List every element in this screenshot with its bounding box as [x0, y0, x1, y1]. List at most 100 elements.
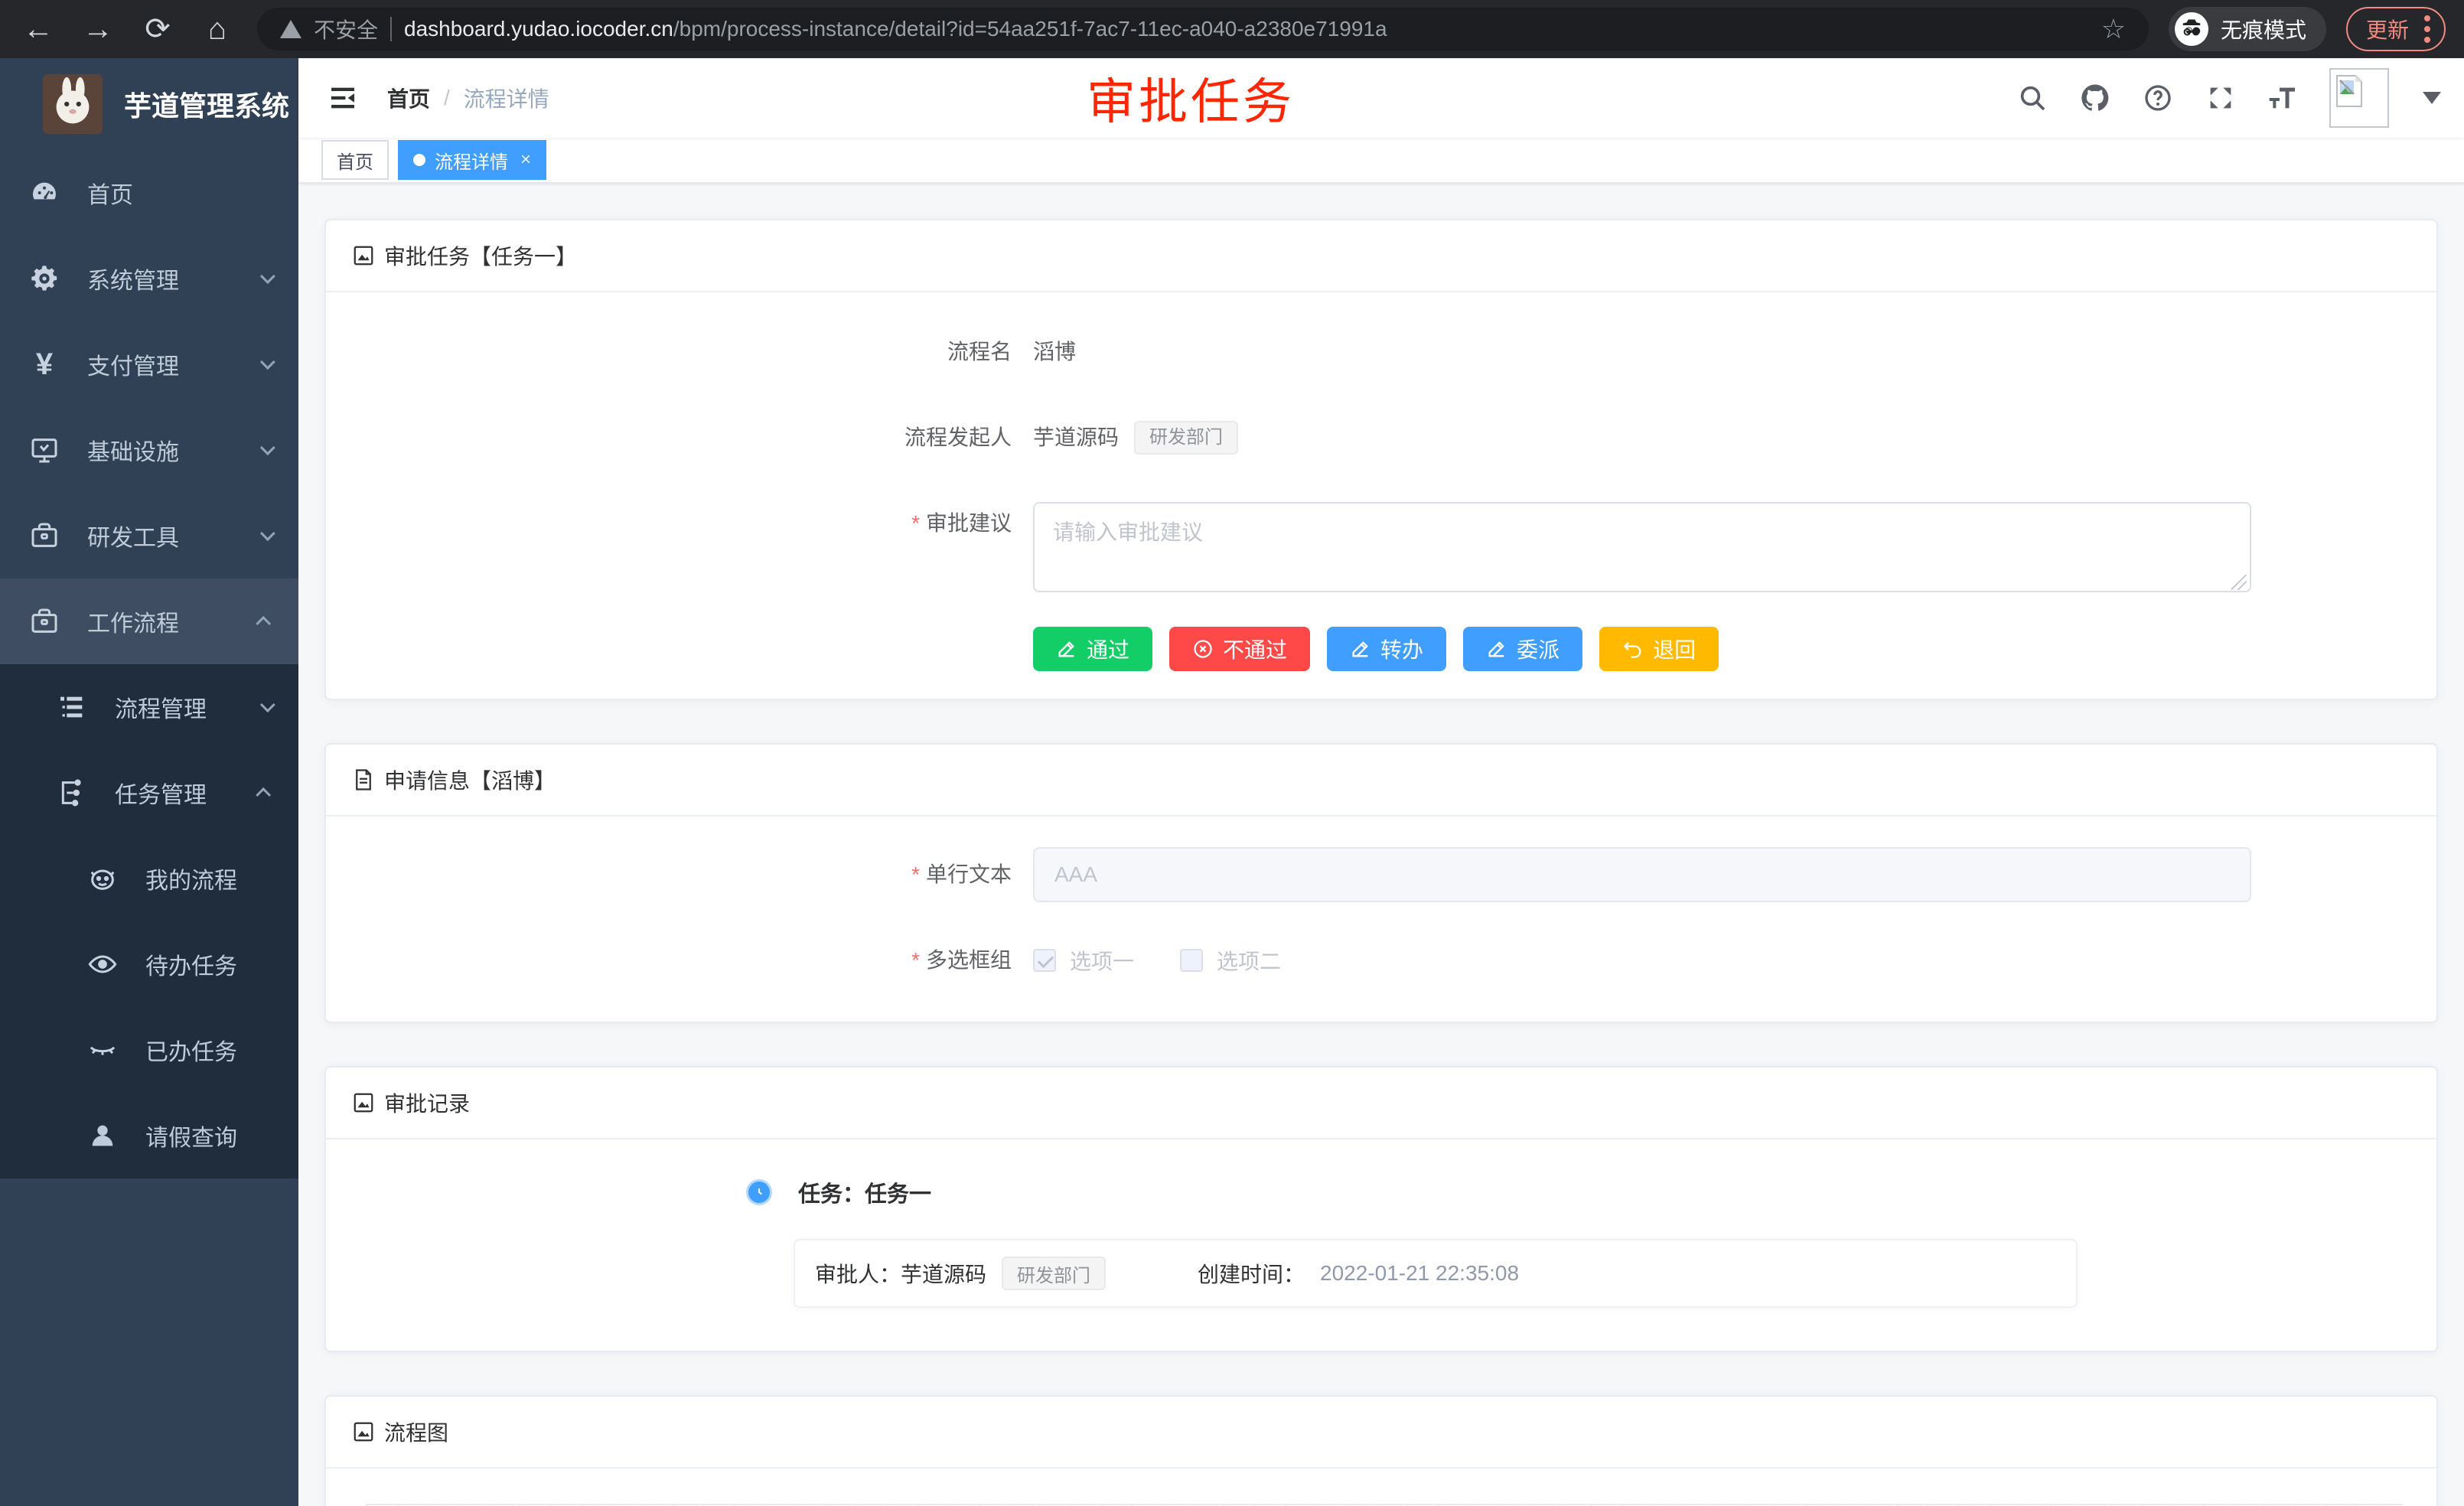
bookmark-star-icon[interactable]: ☆	[2101, 13, 2126, 45]
return-button[interactable]: 退回	[1599, 627, 1719, 671]
home-icon[interactable]: ⌂	[197, 9, 237, 49]
document-icon	[350, 767, 376, 793]
sidebar-item-system[interactable]: 系统管理	[0, 236, 298, 321]
sidebar-item-label: 首页	[87, 176, 271, 210]
dept-tag: 研发部门	[1134, 421, 1238, 455]
chevron-down-icon	[260, 269, 275, 284]
sidebar-item-process-mgmt[interactable]: 流程管理	[0, 664, 298, 750]
checkbox-option-1[interactable]: 选项一	[1033, 945, 1134, 976]
timeline-task-row: 任务：任务一	[746, 1176, 2436, 1208]
main-content: 审批任务【任务一】 流程名 滔博 流程发起人 芋道源码 研发部门	[298, 184, 2464, 1506]
sidebar-item-label: 请假查询	[145, 1119, 271, 1152]
tab-close-icon[interactable]: ×	[517, 151, 531, 169]
sidebar-item-payment[interactable]: ¥ 支付管理	[0, 321, 298, 407]
search-icon[interactable]	[2016, 81, 2049, 115]
chrome-update-button[interactable]: 更新	[2346, 7, 2446, 51]
record-detail-box: 审批人：芋道源码 研发部门 创建时间： 2022-01-21 22:35:08	[794, 1239, 2078, 1308]
breadcrumb-home[interactable]: 首页	[387, 83, 430, 113]
edit-icon	[1350, 638, 1371, 660]
apply-info-card: 申请信息【滔博】 *单行文本 *多选框组 选项一	[324, 743, 2438, 1023]
font-size-icon[interactable]	[2267, 81, 2300, 115]
not-secure-label[interactable]: 不安全	[314, 14, 378, 44]
chevron-down-icon	[260, 697, 275, 712]
sidebar-logo[interactable]: 芋道管理系统	[0, 58, 298, 150]
tab-label: 流程详情	[435, 147, 508, 174]
url-bar[interactable]: 不安全 dashboard.yudao.iocoder.cn/bpm/proce…	[257, 8, 2149, 51]
reload-icon[interactable]: ⟳	[138, 9, 178, 49]
picture-icon	[350, 1090, 376, 1116]
checkbox-label: 选项二	[1217, 945, 1281, 976]
sidebar-item-label: 待办任务	[145, 947, 271, 981]
reject-button[interactable]: 不通过	[1169, 627, 1310, 671]
approval-task-card: 审批任务【任务一】 流程名 滔博 流程发起人 芋道源码 研发部门	[324, 219, 2438, 700]
briefcase-icon	[28, 605, 61, 638]
form-row-process-name: 流程名 滔博	[326, 331, 2436, 373]
approver-text: 审批人：芋道源码	[815, 1258, 986, 1289]
logo-rabbit-image	[43, 74, 103, 134]
field-label: 流程名	[326, 331, 1033, 373]
sidebar-item-label: 流程管理	[115, 690, 234, 724]
sidebar-item-label: 我的流程	[145, 862, 271, 895]
sidebar-item-label: 基础设施	[87, 433, 234, 467]
github-icon[interactable]	[2078, 81, 2112, 115]
chrome-menu-icon[interactable]	[2424, 15, 2430, 43]
sidebar-item-infra[interactable]: 基础设施	[0, 407, 298, 493]
sidebar-item-leave-query[interactable]: 请假查询	[0, 1093, 298, 1178]
sidebar-item-home[interactable]: 首页	[0, 150, 298, 236]
card-header: 流程图	[326, 1397, 2436, 1469]
top-navbar: 首页 / 流程详情 审批任务	[298, 58, 2464, 138]
tab-home[interactable]: 首页	[321, 140, 389, 180]
url-text[interactable]: dashboard.yudao.iocoder.cn/bpm/process-i…	[404, 17, 1387, 41]
sidebar-item-label: 支付管理	[87, 347, 234, 381]
list-tree-icon	[55, 690, 89, 724]
tags-view-bar: 首页 流程详情 ×	[298, 138, 2464, 184]
help-icon[interactable]	[2141, 81, 2175, 115]
approval-actions: 通过 不通过 转办 委	[1033, 627, 2436, 671]
created-label: 创建时间：	[1198, 1258, 1305, 1289]
transfer-button[interactable]: 转办	[1327, 627, 1446, 671]
not-secure-icon	[280, 20, 301, 38]
eye-icon	[86, 947, 119, 981]
app-title: 芋道管理系统	[124, 84, 289, 124]
sidebar-fold-icon[interactable]	[324, 80, 361, 116]
suggestion-textarea[interactable]	[1033, 502, 2251, 592]
avatar-caret-icon[interactable]	[2423, 92, 2441, 104]
back-icon[interactable]: ←	[18, 9, 58, 49]
field-label: *多选框组	[326, 939, 1033, 982]
incognito-label: 无痕模式	[2221, 14, 2306, 44]
sidebar-item-my-process[interactable]: 我的流程	[0, 836, 298, 921]
tab-process-detail[interactable]: 流程详情 ×	[398, 140, 546, 180]
breadcrumb: 首页 / 流程详情	[387, 83, 549, 113]
checkbox-option-2[interactable]: 选项二	[1180, 945, 1281, 976]
fullscreen-icon[interactable]	[2204, 81, 2237, 115]
sidebar-item-done-tasks[interactable]: 已办任务	[0, 1007, 298, 1093]
monitor-icon	[28, 433, 61, 467]
form-row-suggestion: *审批建议	[326, 502, 2436, 596]
chevron-down-icon	[260, 526, 275, 541]
form-row-checkbox-group: *多选框组 选项一 选项二	[326, 939, 2436, 982]
forward-icon[interactable]: →	[78, 9, 118, 49]
yen-icon: ¥	[28, 347, 61, 381]
sidebar-item-workflow[interactable]: 工作流程	[0, 579, 298, 664]
sidebar-item-task-mgmt[interactable]: 任务管理	[0, 750, 298, 836]
sidebar-item-devtools[interactable]: 研发工具	[0, 493, 298, 579]
required-mark: *	[911, 948, 920, 972]
delegate-button[interactable]: 委派	[1463, 627, 1582, 671]
checkbox-unchecked-icon	[1180, 949, 1203, 972]
tab-label: 首页	[337, 147, 373, 174]
sidebar-item-todo-tasks[interactable]: 待办任务	[0, 921, 298, 1007]
avatar[interactable]	[2329, 68, 2389, 128]
card-title: 审批记录	[384, 1087, 470, 1118]
active-dot-icon	[413, 154, 425, 166]
incognito-badge: 无痕模式	[2169, 7, 2326, 51]
flow-icon	[55, 776, 89, 810]
card-header: 申请信息【滔博】	[326, 745, 2436, 817]
approve-button[interactable]: 通过	[1033, 627, 1152, 671]
dashboard-icon	[28, 176, 61, 210]
browser-chrome: ← → ⟳ ⌂ 不安全 dashboard.yudao.iocoder.cn/b…	[0, 0, 2464, 58]
card-title: 流程图	[384, 1416, 448, 1447]
process-diagram-card: 流程图	[324, 1395, 2438, 1506]
undo-icon	[1622, 638, 1644, 660]
checkbox-checked-icon	[1033, 949, 1056, 972]
single-text-input[interactable]	[1033, 847, 2251, 902]
